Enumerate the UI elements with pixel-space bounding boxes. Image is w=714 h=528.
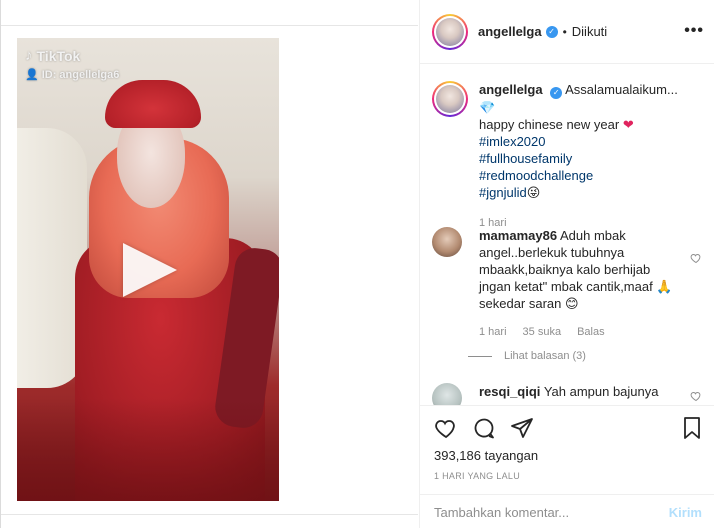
like-comment-icon[interactable] (690, 251, 702, 264)
reply-button[interactable]: Balas (577, 324, 605, 341)
comment-username[interactable]: resqi_qiqi (479, 384, 540, 399)
play-icon[interactable] (123, 243, 177, 297)
send-comment-button[interactable]: Kirim (669, 505, 702, 520)
share-icon[interactable] (510, 416, 534, 440)
gem-emoji-icon: 💎 (479, 100, 496, 115)
post-header: angellelga ✓ • Diikuti ••• (420, 0, 714, 64)
comments-list: angellelga ✓ Assalamualaikum... 💎 happy … (420, 65, 714, 405)
hashtag-link[interactable]: #fullhousefamily (479, 150, 684, 167)
comment-input[interactable] (434, 504, 669, 520)
tiktok-brand: TikTok (36, 47, 81, 64)
view-replies-button[interactable]: Lihat balasan (3) (468, 350, 586, 362)
caption-avatar[interactable] (432, 81, 468, 117)
add-comment-bar: Kirim (420, 494, 714, 528)
caption-text-1: Assalamualaikum... (565, 82, 678, 97)
separator-dot: • (562, 24, 567, 39)
post-dialog: ♪ TikTok 👤 ID: angellelga6 angellelga ✓ … (0, 0, 714, 528)
comment-text: Yah ampun bajunya (543, 384, 659, 399)
comment-likes[interactable]: 35 suka (523, 324, 562, 341)
more-options-icon[interactable]: ••• (684, 22, 704, 40)
hashtag-link[interactable]: #imlex2020 (479, 133, 684, 150)
like-comment-icon[interactable] (690, 389, 702, 402)
post-side-panel: angellelga ✓ • Diikuti ••• angellelga ✓ … (419, 0, 714, 528)
post-time[interactable]: 1 HARI YANG LALU (434, 471, 520, 481)
bookmark-icon[interactable] (680, 416, 704, 445)
post-actions: 393,186 tayangan 1 HARI YANG LALU Kirim (420, 405, 714, 525)
avatar[interactable] (432, 13, 468, 50)
tiktok-logo-icon: ♪ (25, 47, 33, 64)
heart-emoji-icon: ❤ (622, 117, 634, 132)
caption-text-2: happy chinese new year (479, 117, 620, 132)
user-icon: 👤 (25, 69, 39, 81)
hashtag-link[interactable]: #jgnjulid (479, 185, 527, 200)
header-username[interactable]: angellelga (478, 24, 542, 39)
comment-avatar[interactable] (432, 227, 462, 257)
comment-avatar[interactable] (432, 383, 462, 405)
video-player[interactable]: ♪ TikTok 👤 ID: angellelga6 (17, 38, 279, 501)
verified-icon: ✓ (545, 25, 558, 38)
comment-time: 1 hari (479, 326, 507, 338)
like-icon[interactable] (434, 416, 458, 440)
caption-username[interactable]: angellelga (479, 82, 543, 97)
media-area: ♪ TikTok 👤 ID: angellelga6 (1, 25, 418, 515)
follow-button[interactable]: Diikuti (572, 24, 607, 39)
comment-username[interactable]: mamamay86 (479, 228, 557, 243)
tongue-emoji-icon: 😜 (526, 185, 541, 200)
view-count[interactable]: 393,186 tayangan (434, 448, 538, 463)
tiktok-watermark: ♪ TikTok (25, 47, 80, 64)
tiktok-id: 👤 ID: angellelga6 (25, 68, 120, 82)
hashtag-link[interactable]: #redmoodchallenge (479, 167, 684, 184)
comment-icon[interactable] (472, 416, 496, 440)
verified-icon: ✓ (550, 87, 563, 99)
